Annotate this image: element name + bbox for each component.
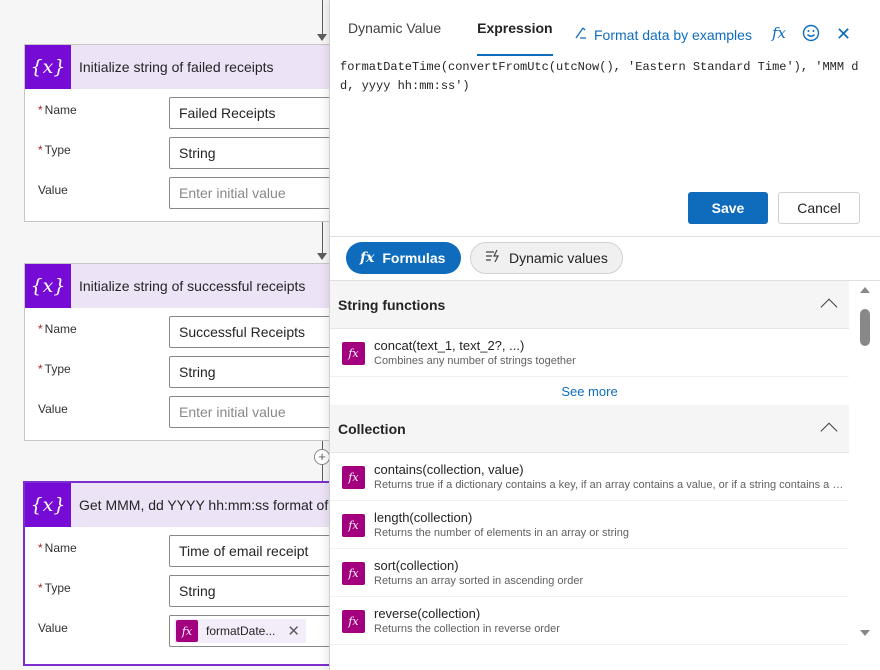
flow-canvas: + {x} Initialize string of failed receip… [0, 0, 880, 670]
section-title: Collection [338, 420, 406, 437]
required-marker: * [38, 322, 43, 336]
function-item[interactable]: fx contains(collection, value) Returns t… [330, 453, 849, 501]
expression-editor-panel: Dynamic Value Expression Format data by … [329, 0, 880, 670]
function-item[interactable]: fx reverse(collection) Returns the colle… [330, 597, 849, 645]
required-marker: * [38, 143, 43, 157]
required-marker: * [38, 362, 43, 376]
required-marker: * [38, 541, 43, 555]
scroll-down-arrow-icon[interactable] [860, 630, 870, 636]
function-description: Combines any number of strings together [374, 355, 576, 367]
dynamic-values-label: Dynamic values [509, 250, 608, 266]
fx-icon: fx [342, 342, 365, 365]
field-label: * Type [38, 581, 71, 595]
function-name: reverse(collection) [374, 606, 481, 621]
connector-line [322, 0, 323, 36]
connector-arrow [317, 253, 327, 260]
section-string-functions[interactable]: String functions [330, 281, 849, 329]
field-label: * Type [38, 143, 71, 157]
dynamic-values-toggle[interactable]: Dynamic values [470, 242, 623, 274]
section-collection[interactable]: Collection [330, 405, 849, 453]
function-description: Returns an array sorted in ascending ord… [374, 575, 584, 587]
required-marker: * [38, 103, 43, 117]
function-description: Returns the number of elements in an arr… [374, 527, 629, 539]
function-name: concat(text_1, text_2?, ...) [374, 338, 525, 353]
see-more-link[interactable]: See more [330, 377, 849, 405]
cancel-button[interactable]: Cancel [778, 192, 860, 224]
wand-icon [574, 26, 588, 43]
card-title: Initialize string of successful receipts [79, 278, 306, 294]
tab-dynamic-value[interactable]: Dynamic Value [330, 0, 459, 56]
dynamic-values-icon [485, 249, 501, 267]
feedback-smiley-icon[interactable] [802, 24, 820, 42]
function-name: length(collection) [374, 510, 473, 525]
fx-icon: fx [342, 562, 365, 585]
card-title: Initialize string of failed receipts [79, 59, 274, 75]
function-description: Returns true if a dictionary contains a … [374, 479, 846, 491]
expression-token[interactable]: fx formatDate... ✕ [174, 619, 306, 643]
section-title: String functions [338, 296, 446, 313]
close-icon[interactable]: ✕ [836, 25, 851, 43]
field-label: Value [38, 183, 68, 197]
format-data-by-examples-link[interactable]: Format data by examples [574, 26, 752, 43]
fx-icon: fx [176, 620, 198, 642]
fx-icon: fx [342, 610, 365, 633]
function-item[interactable]: fx sort(collection) Returns an array sor… [330, 549, 849, 597]
function-list: String functions fx concat(text_1, text_… [330, 281, 849, 670]
function-description: Returns the collection in reverse order [374, 623, 560, 635]
field-label: Value [38, 621, 68, 635]
token-label: formatDate... [206, 624, 276, 638]
fx-icon[interactable]: fx [772, 24, 786, 42]
function-name: sort(collection) [374, 558, 459, 573]
function-item[interactable]: fx concat(text_1, text_2?, ...) Combines… [330, 329, 849, 377]
variable-icon: {x} [25, 264, 71, 308]
scrollbar-thumb[interactable] [860, 309, 870, 346]
tab-expression[interactable]: Expression [459, 0, 570, 56]
divider [330, 236, 880, 237]
connector-line [322, 222, 323, 256]
add-step-button[interactable]: + [314, 449, 330, 465]
field-label: * Name [38, 541, 77, 555]
chevron-up-icon[interactable] [820, 422, 838, 440]
variable-icon: {x} [25, 45, 71, 89]
field-label: * Type [38, 362, 71, 376]
fx-icon: fx [360, 250, 375, 266]
format-link-label: Format data by examples [594, 26, 752, 43]
function-item[interactable]: fx length(collection) Returns the number… [330, 501, 849, 549]
required-marker: * [38, 581, 43, 595]
card-title: Get MMM, dd YYYY hh:mm:ss format of [79, 497, 329, 513]
expression-input[interactable]: formatDateTime(convertFromUtc(utcNow(), … [340, 58, 860, 96]
variable-icon: {x} [25, 483, 71, 527]
field-label: * Name [38, 322, 77, 336]
field-label: * Name [38, 103, 77, 117]
formulas-toggle[interactable]: fx Formulas [346, 242, 461, 274]
function-list-scrollbar[interactable] [851, 281, 880, 670]
fx-icon: fx [342, 466, 365, 489]
formulas-label: Formulas [382, 250, 446, 266]
connector-arrow [317, 34, 327, 41]
save-button[interactable]: Save [688, 192, 768, 224]
remove-token-icon[interactable]: ✕ [287, 622, 300, 640]
fx-icon: fx [342, 514, 365, 537]
field-label: Value [38, 402, 68, 416]
scroll-up-arrow-icon[interactable] [860, 287, 870, 293]
function-name: contains(collection, value) [374, 462, 524, 477]
chevron-up-icon[interactable] [820, 298, 838, 316]
